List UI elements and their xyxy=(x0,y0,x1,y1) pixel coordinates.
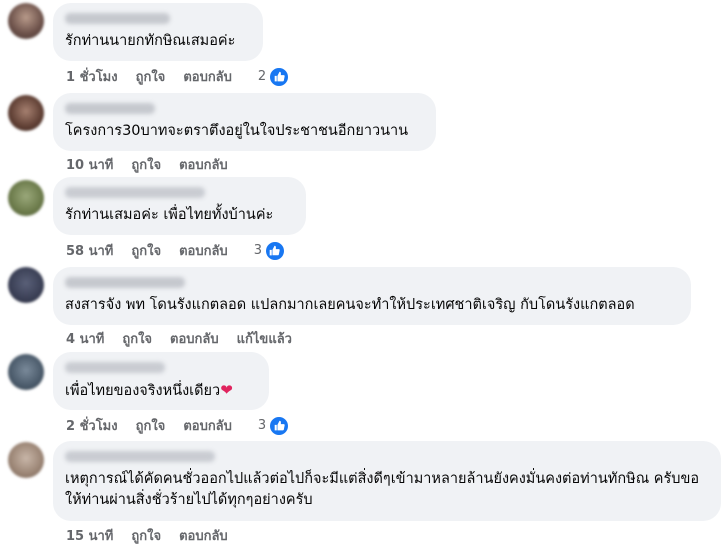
heart-icon: ❤ xyxy=(220,381,233,399)
comment-text: รักท่านเสมอค่ะ เพื่อไทยทั้งบ้านค่ะ xyxy=(65,207,274,223)
comment-meta: 10 นาที ถูกใจ ตอบกลับ xyxy=(66,154,228,175)
author-name[interactable] xyxy=(65,362,165,373)
like-link[interactable]: ถูกใจ xyxy=(131,525,161,546)
timestamp[interactable]: 15 นาที xyxy=(66,525,113,546)
comment-bubble: รักท่านเสมอค่ะ เพื่อไทยทั้งบ้านค่ะ xyxy=(53,177,306,235)
comment-bubble: เหตุการณ์ได้คัดคนชั่วออกไปแล้วต่อไปก็จะม… xyxy=(53,441,721,521)
comment-bubble: เพื่อไทยของจริงหนึ่งเดียว❤ xyxy=(53,352,269,410)
author-name[interactable] xyxy=(65,13,170,24)
comment-text: สงสารจัง พท โดนรังแกตลอด แปลกมากเลยคนจะท… xyxy=(65,297,635,313)
reply-link[interactable]: ตอบกลับ xyxy=(179,525,228,546)
comment-meta: 1 ชั่วโมง ถูกใจ ตอบกลับ 2 xyxy=(66,66,290,87)
comment-bubble: โครงการ30บาทจะตราตึงอยู่ในใจประชาชนอีกยา… xyxy=(53,93,436,151)
avatar[interactable] xyxy=(8,442,44,478)
like-link[interactable]: ถูกใจ xyxy=(122,328,152,349)
edited-label[interactable]: แก้ไขแล้ว xyxy=(237,328,292,349)
comment-text: เพื่อไทยของจริงหนึ่งเดียว❤ xyxy=(65,380,257,402)
comment-bubble: สงสารจัง พท โดนรังแกตลอด แปลกมากเลยคนจะท… xyxy=(53,267,691,325)
reaction-count: 2 xyxy=(257,69,267,84)
like-link[interactable]: ถูกใจ xyxy=(131,240,161,261)
avatar[interactable] xyxy=(8,267,44,303)
reaction-count: 3 xyxy=(257,418,267,433)
like-link[interactable]: ถูกใจ xyxy=(136,415,166,436)
avatar[interactable] xyxy=(8,95,44,131)
reaction-summary[interactable]: 3 xyxy=(253,240,285,261)
comment-text: รักท่านนายกทักษิณเสมอค่ะ xyxy=(65,33,236,49)
avatar[interactable] xyxy=(8,354,44,390)
avatar[interactable] xyxy=(8,180,44,216)
comment-text: โครงการ30บาทจะตราตึงอยู่ในใจประชาชนอีกยา… xyxy=(65,123,409,139)
reply-link[interactable]: ตอบกลับ xyxy=(179,154,228,175)
author-name[interactable] xyxy=(65,451,215,462)
timestamp[interactable]: 58 นาที xyxy=(66,240,113,261)
timestamp[interactable]: 2 ชั่วโมง xyxy=(66,415,118,436)
thumbs-up-icon xyxy=(269,66,290,87)
like-link[interactable]: ถูกใจ xyxy=(136,66,166,87)
reaction-summary[interactable]: 3 xyxy=(257,415,290,436)
comment-meta: 4 นาที ถูกใจ ตอบกลับ แก้ไขแล้ว xyxy=(66,328,292,349)
thumbs-up-icon xyxy=(269,415,290,436)
author-name[interactable] xyxy=(65,103,155,114)
comment-meta: 58 นาที ถูกใจ ตอบกลับ 3 xyxy=(66,240,285,261)
like-link[interactable]: ถูกใจ xyxy=(131,154,161,175)
comment-text: เหตุการณ์ได้คัดคนชั่วออกไปแล้วต่อไปก็จะม… xyxy=(65,471,700,508)
timestamp[interactable]: 10 นาที xyxy=(66,154,113,175)
reply-link[interactable]: ตอบกลับ xyxy=(183,415,232,436)
reaction-count: 3 xyxy=(253,243,262,258)
comment-meta: 15 นาที ถูกใจ ตอบกลับ xyxy=(66,525,228,546)
comment-bubble: รักท่านนายกทักษิณเสมอค่ะ xyxy=(53,3,263,61)
reply-link[interactable]: ตอบกลับ xyxy=(170,328,219,349)
thumbs-up-icon xyxy=(264,240,285,261)
reply-link[interactable]: ตอบกลับ xyxy=(179,240,228,261)
comment-text-body: เพื่อไทยของจริงหนึ่งเดียว xyxy=(65,383,221,399)
author-name[interactable] xyxy=(65,277,185,288)
comment-meta: 2 ชั่วโมง ถูกใจ ตอบกลับ 3 xyxy=(66,415,290,436)
reaction-summary[interactable]: 2 xyxy=(257,66,290,87)
timestamp[interactable]: 1 ชั่วโมง xyxy=(66,66,118,87)
timestamp[interactable]: 4 นาที xyxy=(66,328,104,349)
author-name[interactable] xyxy=(65,187,205,198)
avatar[interactable] xyxy=(8,3,44,39)
reply-link[interactable]: ตอบกลับ xyxy=(183,66,232,87)
